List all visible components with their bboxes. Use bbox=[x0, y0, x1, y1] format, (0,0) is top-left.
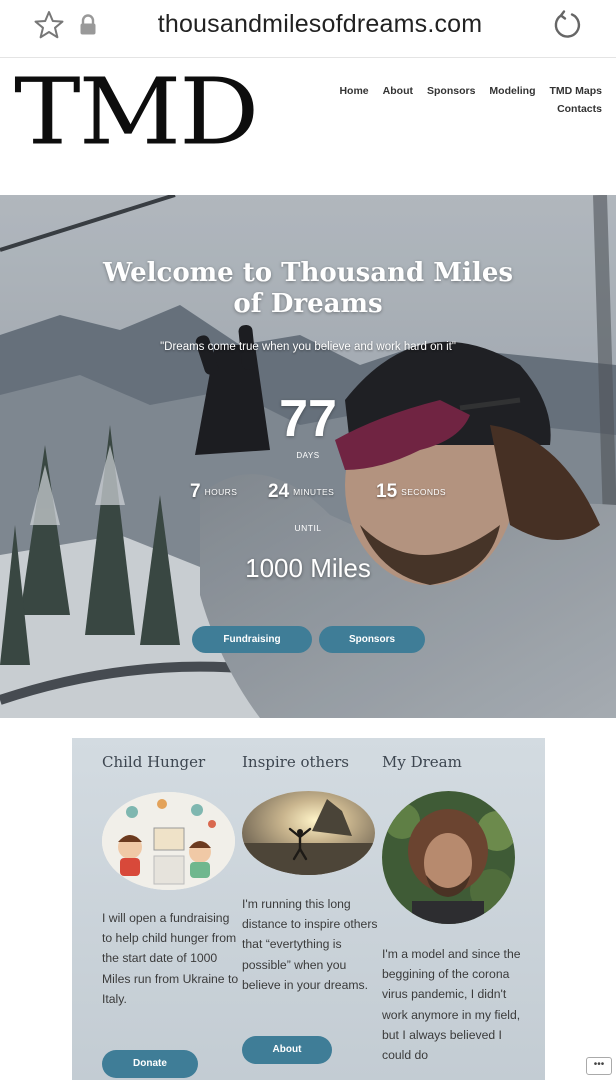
child-hunger-illustration bbox=[102, 792, 235, 890]
main-nav: Home About Sponsors Modeling TMD Maps Contac… bbox=[302, 82, 602, 118]
countdown-hours: 7 HOURS bbox=[190, 481, 237, 503]
feature-text: I will open a fundraising to help child … bbox=[102, 911, 239, 1006]
about-button[interactable]: About bbox=[242, 1036, 332, 1064]
site-header: TMD Home About Sponsors Modeling TMD Maps Co… bbox=[0, 58, 616, 195]
countdown-seconds: 15 SECONDS bbox=[376, 481, 446, 503]
my-dream-portrait bbox=[382, 791, 515, 924]
countdown-until-label: UNTIL bbox=[294, 523, 322, 533]
site-logo[interactable]: TMD bbox=[14, 66, 259, 158]
hero-quote: "Dreams come true when you believe and w… bbox=[160, 341, 456, 353]
sponsors-button[interactable]: Sponsors bbox=[319, 626, 425, 653]
countdown-hours-value: 7 bbox=[190, 481, 201, 502]
donate-button[interactable]: Donate bbox=[102, 1050, 198, 1078]
countdown-hours-label: HOURS bbox=[204, 487, 238, 497]
countdown-target: 1000 Miles bbox=[245, 553, 371, 583]
nav-about[interactable]: About bbox=[383, 85, 413, 97]
nav-tmd-maps[interactable]: TMD Maps bbox=[550, 85, 603, 97]
browser-address-bar: thousandmilesofdreams.com bbox=[0, 0, 616, 58]
countdown-minutes-label: MINUTES bbox=[293, 487, 335, 497]
countdown-seconds-label: SECONDS bbox=[401, 487, 446, 497]
more-icon[interactable]: ••• bbox=[586, 1057, 612, 1075]
inspire-others-photo bbox=[242, 791, 375, 875]
countdown-seconds-value: 15 bbox=[376, 481, 398, 502]
feature-title: Inspire others bbox=[242, 753, 349, 771]
nav-contacts[interactable]: Contacts bbox=[557, 103, 602, 115]
feature-text: I'm running this long distance to inspir… bbox=[242, 897, 378, 992]
reload-icon[interactable] bbox=[552, 9, 584, 41]
feature-text: I'm a model and since the beggining of t… bbox=[382, 947, 521, 1063]
countdown-minutes: 24 MINUTES bbox=[268, 481, 334, 503]
fundraising-button[interactable]: Fundraising bbox=[192, 626, 312, 653]
star-icon[interactable] bbox=[33, 9, 65, 41]
features-panel: Child Hunger I will open a fundraising t… bbox=[72, 738, 545, 1080]
feature-title: My Dream bbox=[382, 753, 462, 771]
feature-title: Child Hunger bbox=[102, 753, 206, 771]
hero-title: Welcome to Thousand Miles of Dreams bbox=[102, 258, 513, 319]
hero-section: Welcome to Thousand Miles of Dreams "Dre… bbox=[0, 195, 616, 718]
nav-sponsors[interactable]: Sponsors bbox=[427, 85, 475, 97]
nav-modeling[interactable]: Modeling bbox=[489, 85, 535, 97]
countdown-minutes-value: 24 bbox=[268, 481, 290, 502]
nav-home[interactable]: Home bbox=[339, 85, 368, 97]
countdown-days: 77 bbox=[279, 390, 337, 448]
url-field[interactable]: thousandmilesofdreams.com bbox=[120, 10, 520, 39]
countdown-days-label: DAYS bbox=[296, 451, 320, 460]
lock-icon bbox=[80, 14, 96, 35]
